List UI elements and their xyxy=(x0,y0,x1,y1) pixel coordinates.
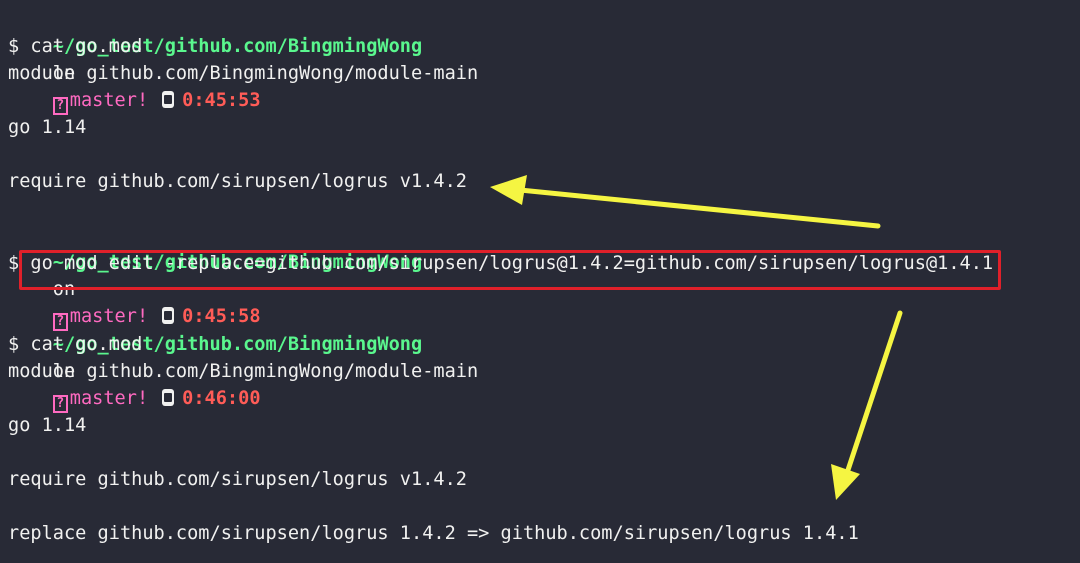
command-line: $ cat go.mod xyxy=(8,334,143,355)
prompt-line: ~/go_test/github.com/BingmingWong on ? ma… xyxy=(8,304,422,413)
prompt-time: 0:46:00 xyxy=(182,388,261,409)
prompt-branch: master! xyxy=(69,90,149,111)
prompt-branch: master! xyxy=(69,388,149,409)
prompt-line: ~/go_test/github.com/BingmingWong on ? ma… xyxy=(8,6,422,115)
output-line: replace github.com/sirupsen/logrus 1.4.2… xyxy=(8,523,859,544)
output-line: go 1.14 xyxy=(8,415,87,436)
output-line: module github.com/BingmingWong/module-ma… xyxy=(8,361,479,382)
git-branch-icon: ? xyxy=(52,97,68,115)
prompt-time: 0:45:53 xyxy=(182,90,261,111)
arrow-to-replace xyxy=(831,310,903,500)
git-branch-icon: ? xyxy=(52,395,68,413)
output-line: go 1.14 xyxy=(8,117,87,138)
prompt-line: ~/go_test/github.com/BingmingWong on ? ma… xyxy=(8,222,422,331)
watch-icon xyxy=(162,91,175,108)
arrow-to-require xyxy=(490,175,881,229)
command-line: $ cat go.mod xyxy=(8,36,143,57)
watch-icon xyxy=(162,389,175,406)
terminal-window[interactable]: ~/go_test/github.com/BingmingWong on ? ma… xyxy=(0,0,1080,563)
output-line: require github.com/sirupsen/logrus v1.4.… xyxy=(8,469,467,490)
output-line: require github.com/sirupsen/logrus v1.4.… xyxy=(8,171,467,192)
highlight-box xyxy=(19,250,1001,290)
output-line: module github.com/BingmingWong/module-ma… xyxy=(8,63,479,84)
